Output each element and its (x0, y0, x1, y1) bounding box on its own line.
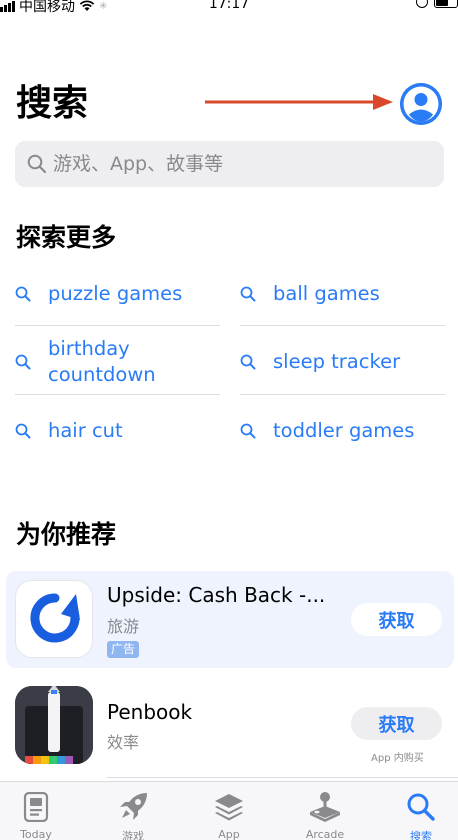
tab-games[interactable]: 游戏 (93, 782, 173, 840)
app-row-penbook[interactable]: Penbook 效率 获取 App 内购买 (6, 680, 454, 776)
search-bar[interactable] (15, 141, 444, 187)
wifi-icon (79, 0, 95, 11)
app-name: Upside: Cash Back -... (107, 583, 326, 607)
divider (15, 394, 220, 395)
rocket-icon (117, 792, 149, 822)
in-app-purchase-note: App 内购买 (371, 753, 424, 764)
status-left: 中国移动 ✳ (0, 0, 109, 16)
get-button[interactable]: 获取 (351, 707, 442, 740)
divider (15, 325, 220, 326)
annotation-arrow (205, 94, 393, 110)
tab-label: App (218, 828, 240, 840)
person-circle-icon (400, 83, 442, 125)
search-icon (15, 423, 33, 439)
ad-badge: 广告 (107, 641, 140, 658)
tab-label: Arcade (305, 828, 345, 840)
search-icon (15, 286, 33, 302)
penbook-app-icon (15, 686, 93, 764)
suggestion-label: toddler games (273, 419, 415, 442)
tab-bar: Today 游戏 App Arcade 搜索 (0, 781, 458, 840)
suggestion-label-line: countdown (48, 363, 156, 386)
tab-label: Today (20, 828, 52, 840)
suggestion-label: ball games (273, 282, 380, 305)
app-name: Penbook (107, 700, 193, 724)
tab-arcade[interactable]: Arcade (285, 782, 365, 840)
app-category: 旅游 (107, 617, 140, 636)
tab-apps[interactable]: App (189, 782, 269, 840)
signal-icon (0, 0, 15, 12)
search-icon (240, 423, 258, 439)
search-icon (240, 286, 258, 302)
status-right (416, 0, 458, 8)
suggestion-item[interactable]: hair cut (15, 418, 220, 444)
orientation-lock-icon (416, 0, 428, 8)
discover-heading: 探索更多 (16, 223, 117, 252)
status-bar: 中国移动 ✳ 17:17 (0, 0, 458, 16)
search-icon (240, 354, 258, 370)
suggestion-grid: puzzle games ball games birthday countdow… (15, 262, 445, 462)
suggestion-item[interactable]: puzzle games (15, 281, 220, 307)
suggestion-label: birthday countdown (48, 336, 156, 388)
today-icon (23, 792, 49, 822)
app-category: 效率 (107, 733, 140, 752)
tab-today[interactable]: Today (0, 782, 76, 840)
suggestion-label: sleep tracker (273, 350, 401, 373)
tab-search[interactable]: 搜索 (381, 782, 458, 840)
clock: 17:17 (208, 0, 250, 12)
tab-label: 游戏 (122, 830, 144, 840)
search-icon (406, 792, 436, 822)
carrier-name: 中国移动 (19, 0, 75, 15)
account-button[interactable] (400, 83, 442, 125)
search-icon (27, 154, 47, 174)
search-input[interactable] (53, 153, 423, 175)
upside-app-icon (15, 580, 93, 658)
divider (107, 777, 458, 778)
page-title: 搜索 (16, 83, 89, 124)
divider (240, 394, 445, 395)
recommendations-heading: 为你推荐 (16, 520, 117, 549)
suggestion-item[interactable]: sleep tracker (240, 349, 445, 375)
app-row-upside[interactable]: Upside: Cash Back -... 旅游 广告 获取 (6, 571, 454, 668)
suggestion-label-line: birthday (48, 337, 130, 360)
get-button[interactable]: 获取 (351, 603, 442, 636)
stack-icon (213, 792, 245, 822)
suggestion-label: puzzle games (48, 282, 183, 305)
joystick-icon (308, 792, 342, 822)
tab-label: 搜索 (410, 830, 432, 840)
suggestion-item[interactable]: birthday countdown (15, 336, 220, 388)
battery-icon (434, 0, 458, 8)
loading-icon: ✳ (99, 1, 108, 12)
suggestion-item[interactable]: ball games (240, 281, 445, 307)
search-icon (15, 354, 33, 370)
divider (240, 325, 445, 326)
suggestion-label: hair cut (48, 419, 123, 442)
suggestion-item[interactable]: toddler games (240, 418, 445, 444)
